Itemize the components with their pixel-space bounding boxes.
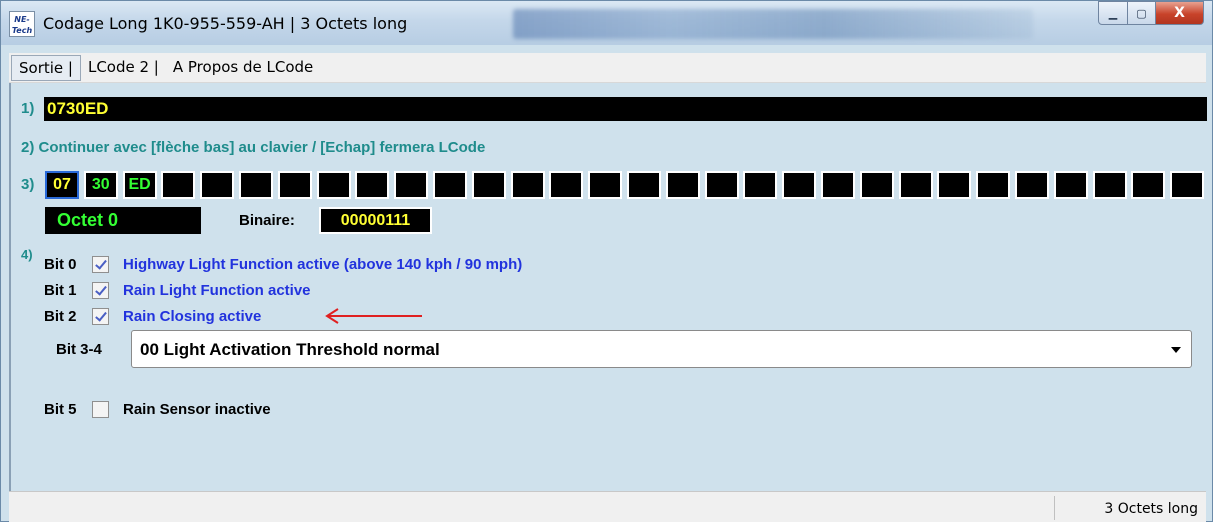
byte-cell[interactable] (937, 171, 972, 199)
red-arrow-annotation (325, 308, 422, 324)
close-button[interactable]: X (1156, 1, 1204, 25)
threshold-select[interactable]: 00 Light Activation Threshold normal (131, 330, 1192, 368)
bit2-checkbox[interactable] (92, 307, 109, 325)
maximize-button[interactable]: ▢ (1128, 1, 1156, 25)
byte-cell[interactable] (471, 171, 506, 199)
byte-cell[interactable] (627, 171, 661, 199)
minimize-icon: ▁ (1108, 6, 1118, 20)
octet-indicator: Octet 0 (45, 207, 201, 234)
app-logo-icon: NE-Tech (9, 11, 35, 37)
bit-label: Bit 2 (44, 307, 77, 325)
byte-cell[interactable] (1015, 171, 1049, 199)
byte-cell[interactable] (316, 171, 351, 199)
byte-cell-value: ED (128, 176, 151, 193)
main-panel: 1) 0730ED 2) Continuer avec [flèche bas]… (9, 83, 1207, 491)
byte-cell[interactable] (277, 171, 312, 199)
byte-cell[interactable] (821, 171, 855, 199)
byte-cell[interactable]: 07 (45, 171, 79, 199)
byte-cell[interactable]: 30 (83, 171, 118, 199)
byte-cell[interactable] (394, 171, 429, 199)
bit5-checkbox[interactable] (92, 400, 109, 418)
byte-cell[interactable] (665, 171, 700, 199)
menu-lcode2[interactable]: LCode 2 | (81, 55, 166, 81)
byte-cell[interactable] (743, 171, 778, 199)
window-controls: ▁ ▢ X (1098, 1, 1204, 25)
bit-row: Bit 5 Rain Sensor inactive (44, 398, 271, 420)
menu-sortie[interactable]: Sortie | (11, 54, 81, 81)
bit2-text: Rain Closing active (123, 307, 262, 325)
bit0-text: Highway Light Function active (above 140… (123, 255, 523, 273)
menu-bar: Sortie | LCode 2 | A Propos de LCode (9, 53, 1206, 83)
minimize-button[interactable]: ▁ (1098, 1, 1128, 25)
title-bar-background-blur (513, 9, 1033, 39)
bit-row: Bit 1 Rain Light Function active (44, 279, 311, 301)
status-bar: 3 Octets long (9, 491, 1206, 522)
byte-cell[interactable] (433, 171, 467, 199)
bit-label: Bit 5 (44, 400, 77, 418)
window-title: Codage Long 1K0-955-559-AH | 3 Octets lo… (43, 14, 408, 33)
byte-cell[interactable] (1053, 171, 1088, 199)
binary-label: Binaire: (239, 212, 295, 229)
app-window: NE-Tech Codage Long 1K0-955-559-AH | 3 O… (0, 0, 1213, 522)
byte-cell-value: 07 (53, 176, 71, 193)
bit-row: Bit 0 Highway Light Function active (abo… (44, 253, 522, 275)
threshold-select-value: 00 Light Activation Threshold normal (140, 340, 440, 359)
title-bar[interactable]: NE-Tech Codage Long 1K0-955-559-AH | 3 O… (1, 1, 1212, 45)
status-divider (1054, 496, 1055, 520)
byte-cell-value: 30 (91, 176, 110, 193)
step1-label: 1) (21, 100, 35, 117)
hex-code-field[interactable]: 0730ED (44, 97, 1207, 121)
binary-value: 00000111 (319, 207, 432, 234)
byte-cell[interactable] (588, 171, 623, 199)
step2-instruction: 2) Continuer avec [flèche bas] au clavie… (21, 139, 486, 156)
close-icon: X (1174, 5, 1185, 21)
byte-cell[interactable] (355, 171, 390, 199)
step4-label: 4) (21, 247, 33, 262)
byte-cell[interactable] (161, 171, 196, 199)
chevron-down-icon (1171, 347, 1181, 353)
maximize-icon: ▢ (1136, 6, 1147, 20)
bit5-text: Rain Sensor inactive (123, 400, 271, 418)
step3-label: 3) (21, 176, 35, 193)
byte-cell[interactable] (239, 171, 273, 199)
byte-cell[interactable] (1131, 171, 1166, 199)
bit34-label: Bit 3-4 (56, 341, 102, 358)
bit-row: Bit 2 Rain Closing active (44, 305, 261, 327)
bit1-text: Rain Light Function active (123, 281, 311, 299)
byte-cell[interactable] (898, 171, 933, 199)
byte-cell[interactable] (549, 171, 584, 199)
byte-cell[interactable] (859, 171, 894, 199)
bit1-checkbox[interactable] (92, 281, 109, 299)
byte-cell[interactable] (976, 171, 1011, 199)
byte-cell[interactable] (510, 171, 545, 199)
status-text: 3 Octets long (1104, 501, 1198, 517)
menu-a-propos[interactable]: A Propos de LCode (166, 55, 320, 81)
byte-cell[interactable] (200, 171, 235, 199)
bit-label: Bit 0 (44, 255, 77, 273)
byte-cell[interactable]: ED (122, 171, 157, 199)
bit0-checkbox[interactable] (92, 255, 109, 273)
hex-code-value: 0730ED (47, 99, 109, 118)
byte-cell[interactable] (1170, 171, 1205, 199)
byte-cell[interactable] (782, 171, 817, 199)
byte-cell[interactable] (704, 171, 739, 199)
byte-cell[interactable] (1092, 171, 1127, 199)
bit-label: Bit 1 (44, 281, 77, 299)
